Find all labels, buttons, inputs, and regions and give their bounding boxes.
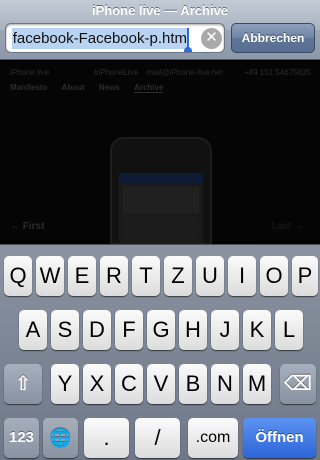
key-v[interactable]: V <box>147 364 175 404</box>
site-hashtag: #iPhoneLive <box>94 68 139 77</box>
phone-facebook-bar <box>119 173 203 183</box>
key-d[interactable]: D <box>83 310 111 350</box>
key-g[interactable]: G <box>147 310 175 350</box>
keyboard: Q W E R T Z U I O P A S D F G H J K L ⇧ … <box>0 244 320 460</box>
url-text: facebook-Facebook-p.htm <box>11 28 188 49</box>
key-e[interactable]: E <box>68 256 96 296</box>
last-link: Last → <box>272 221 304 232</box>
key-k[interactable]: K <box>243 310 271 350</box>
key-w[interactable]: W <box>36 256 64 296</box>
key-a[interactable]: A <box>19 310 47 350</box>
slash-key[interactable]: / <box>135 418 180 458</box>
nav-archive: Archive <box>134 83 164 93</box>
key-j[interactable]: J <box>211 310 239 350</box>
nav-news: News <box>98 83 120 92</box>
key-n[interactable]: N <box>211 364 239 404</box>
key-y[interactable]: Y <box>51 364 79 404</box>
open-button[interactable]: Öffnen <box>243 418 316 458</box>
key-i[interactable]: I <box>228 256 256 296</box>
key-u[interactable]: U <box>196 256 224 296</box>
site-nav: Manifesto About News Archive <box>10 83 175 93</box>
url-bar: iPhone live — Archive facebook-Facebook-… <box>0 0 320 60</box>
webpage-content: iPhone live #iPhoneLive mail@iPhone-live… <box>0 61 320 245</box>
phone-screen <box>119 173 203 243</box>
key-r[interactable]: R <box>100 256 128 296</box>
key-b[interactable]: B <box>179 364 207 404</box>
key-x[interactable]: X <box>83 364 111 404</box>
phone-facebook-text <box>123 217 199 239</box>
key-h[interactable]: H <box>179 310 207 350</box>
dotcom-key[interactable]: .com <box>188 418 238 458</box>
first-link: ← First <box>10 221 45 232</box>
page-title: iPhone live — Archive <box>91 3 229 18</box>
cancel-button[interactable]: Abbrechen <box>231 23 315 53</box>
key-p[interactable]: P <box>292 256 318 296</box>
iphone-image <box>110 137 212 245</box>
phone-facebook-card <box>123 187 199 213</box>
key-s[interactable]: S <box>51 310 79 350</box>
url-input[interactable]: facebook-Facebook-p.htm ✕ <box>5 23 225 53</box>
clear-text-icon[interactable]: ✕ <box>201 28 222 49</box>
delete-key-icon[interactable]: ⌫ <box>280 364 316 404</box>
key-f[interactable]: F <box>115 310 143 350</box>
key-o[interactable]: O <box>260 256 288 296</box>
key-l[interactable]: L <box>275 310 303 350</box>
site-phone: +49 151 54675635 <box>244 68 311 77</box>
site-email: mail@iPhone-live.net <box>147 68 223 77</box>
globe-icon[interactable]: 🌐 <box>43 418 78 458</box>
nav-about: About <box>61 83 85 92</box>
numbers-key[interactable]: 123 <box>4 418 39 458</box>
key-z[interactable]: Z <box>164 256 192 296</box>
key-c[interactable]: C <box>115 364 143 404</box>
shift-key-icon[interactable]: ⇧ <box>4 364 42 404</box>
dot-key[interactable]: . <box>84 418 129 458</box>
key-m[interactable]: M <box>243 364 271 404</box>
selection-handle-knob[interactable] <box>184 47 192 52</box>
key-t[interactable]: T <box>132 256 160 296</box>
site-brand: iPhone live <box>10 68 50 77</box>
key-q[interactable]: Q <box>4 256 32 296</box>
nav-manifesto: Manifesto <box>10 83 48 92</box>
